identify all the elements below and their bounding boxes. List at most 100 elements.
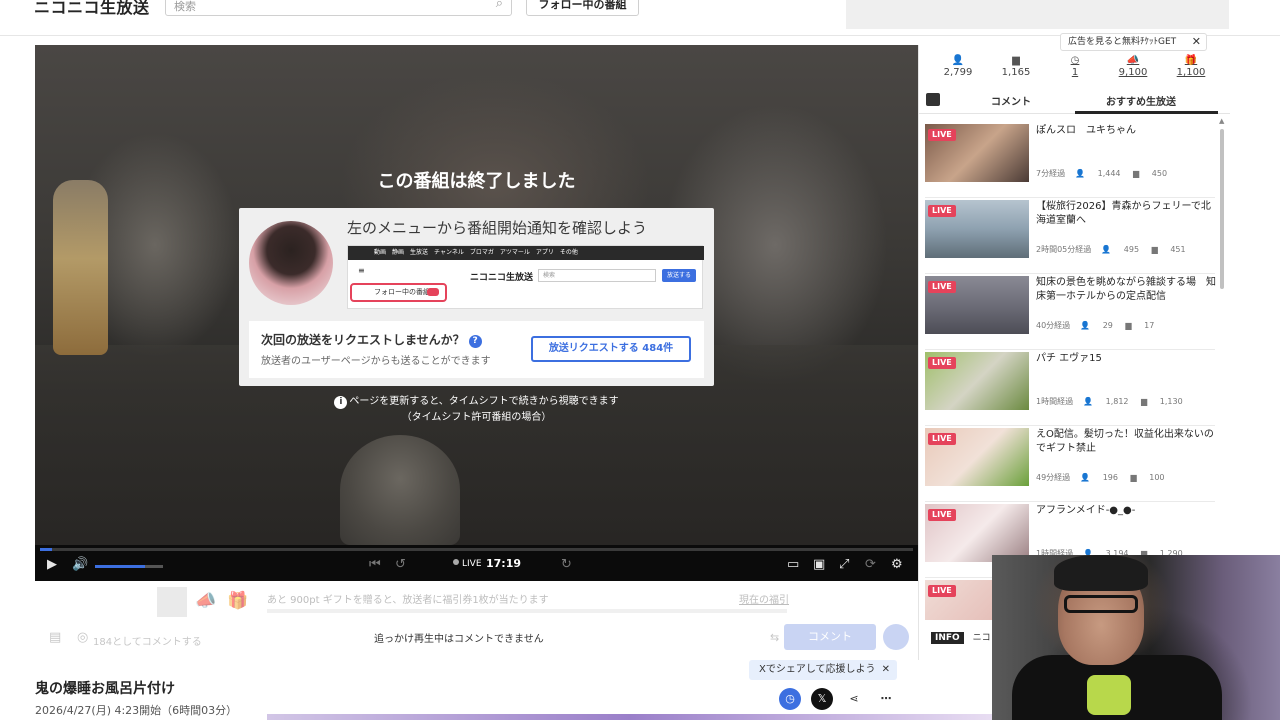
- theater-mode-icon[interactable]: ▣: [813, 558, 825, 572]
- comment-toggle-icon[interactable]: ▭: [787, 558, 799, 572]
- live-badge: LIVE: [928, 281, 956, 293]
- settings-gear-icon[interactable]: ⚙: [891, 558, 903, 572]
- reload-icon[interactable]: ⟳: [865, 558, 876, 572]
- share-icon[interactable]: ⋖: [843, 688, 865, 710]
- gift-count[interactable]: 🎁 1,100: [1162, 55, 1220, 78]
- recommended-title[interactable]: ぽんスロ ユキちゃん: [1036, 124, 1216, 138]
- following-programs-button[interactable]: フォロー中の番組: [526, 0, 639, 16]
- timeshift-count[interactable]: ◷ 1: [1046, 55, 1104, 78]
- elapsed-time: 1時間経過: [1036, 397, 1074, 406]
- live-badge: LIVE: [928, 585, 956, 597]
- tab-recommended[interactable]: おすすめ生放送: [1106, 93, 1176, 108]
- timeshift-count-value: 1: [1071, 67, 1079, 78]
- thumbnail[interactable]: LIVE: [925, 276, 1029, 334]
- site-logo[interactable]: ニコニコ生放送: [34, 0, 150, 18]
- help-icon[interactable]: ?: [468, 335, 482, 348]
- mini-follow-highlight: フォロー中の番組: [350, 283, 447, 302]
- info-ticker[interactable]: INFO ニコ: [931, 630, 991, 644]
- skip-back-icon[interactable]: ⏮: [369, 558, 381, 572]
- seek-bar[interactable]: [40, 548, 913, 551]
- viewer-count-value: 2,799: [943, 67, 973, 78]
- emote-button[interactable]: [883, 624, 909, 650]
- timeshift-reserve-icon[interactable]: ◷: [779, 688, 801, 710]
- scroll-thumb[interactable]: [1220, 129, 1224, 289]
- ad-count[interactable]: 📣 9,100: [1104, 55, 1162, 78]
- mini-follow-badge: [427, 288, 439, 296]
- request-section: 次回の放送をリクエストしませんか？? 放送者のユーザーページからも送ることができ…: [249, 321, 704, 378]
- thumbnail[interactable]: LIVE: [925, 428, 1029, 486]
- recommended-title[interactable]: パチ エヴァ15: [1036, 352, 1216, 366]
- gift-stat-icon: 🎁: [1184, 55, 1198, 66]
- recommended-item[interactable]: LIVE パチ エヴァ15 1時間経過 👤 1,812 ▆ 1,130: [925, 350, 1215, 426]
- webcam-hair: [1054, 555, 1148, 591]
- close-icon[interactable]: ✕: [882, 660, 890, 680]
- comment-count: ▆ 1,165: [987, 55, 1045, 78]
- video-frame-bottle: [53, 180, 108, 355]
- recommended-meta: 2時間05分経過 👤 495 ▆ 451: [1036, 244, 1196, 255]
- rewind-icon[interactable]: ↺: [395, 558, 406, 572]
- volume-slider[interactable]: [95, 565, 163, 568]
- thumbnail[interactable]: LIVE: [925, 504, 1029, 562]
- broadcaster-avatar[interactable]: [249, 221, 333, 305]
- request-title: 次回の放送をリクエストしませんか？?: [261, 331, 482, 348]
- active-tab-underline: [1075, 111, 1218, 114]
- forward-icon[interactable]: ↻: [561, 558, 572, 572]
- video-player[interactable]: この番組は終了しました 左のメニューから番組開始通知を確認しよう 動画 静画 生…: [35, 45, 918, 545]
- recommended-item[interactable]: LIVE 【桜旅行2026】青森からフェリーで北海道室蘭へ 2時間05分経過 👤 …: [925, 198, 1215, 274]
- bottom-banner-strip: [267, 714, 992, 720]
- elapsed-time: 2時間05分経過: [1036, 245, 1092, 254]
- scroll-up-icon[interactable]: ▲: [1219, 117, 1224, 125]
- elapsed-time: 49分経過: [1036, 473, 1071, 482]
- thumbnail[interactable]: LIVE: [925, 124, 1029, 182]
- program-ended-title: この番組は終了しました: [377, 171, 576, 192]
- viewers: 196: [1102, 473, 1118, 482]
- live-badge: LIVE: [928, 205, 956, 217]
- recommended-title[interactable]: アフランメイド-●_●-: [1036, 504, 1216, 518]
- viewers: 29: [1102, 321, 1113, 330]
- viewers: 495: [1123, 245, 1140, 254]
- recommended-item[interactable]: LIVE えO配信。髪切った！収益化出来ないのでギフト禁止 49分経過 👤 196…: [925, 426, 1215, 502]
- viewer-icon: 👤: [1101, 245, 1114, 254]
- info-badge: INFO: [931, 632, 964, 644]
- fullscreen-icon[interactable]: ⤢: [839, 558, 849, 572]
- comment-submit-button[interactable]: コメント: [784, 624, 876, 650]
- recommended-item[interactable]: LIVE 知床の景色を眺めながら雑談する場 知床第一ホテルからの定点配信 40分…: [925, 274, 1216, 350]
- recommended-meta: 1時間経過 👤 1,812 ▆ 1,130: [1036, 396, 1193, 407]
- volume-icon[interactable]: 🔊: [72, 558, 88, 572]
- recommended-meta: 49分経過 👤 196 ▆ 100: [1036, 472, 1175, 483]
- nicoad-icon[interactable]: 📣: [195, 591, 216, 611]
- comment-list-icon[interactable]: ▤: [49, 630, 61, 645]
- comment-disabled-message: 追っかけ再生中はコメントできません: [374, 634, 544, 645]
- live-indicator[interactable]: LIVE: [453, 559, 482, 569]
- search-input[interactable]: 検索 ⌕: [165, 0, 512, 16]
- program-stats: 👤 2,799 ▆ 1,165 ◷ 1 📣 9,100 🎁 1,100: [919, 55, 1230, 85]
- comment-panel-icon[interactable]: [926, 93, 940, 106]
- gift-progress-bar: [267, 609, 787, 613]
- broadcast-request-button[interactable]: 放送リクエストする 484件: [531, 336, 691, 362]
- viewers: 1,812: [1105, 397, 1129, 406]
- recommended-title[interactable]: 知床の景色を眺めながら雑談する場 知床第一ホテルからの定点配信: [1036, 276, 1216, 304]
- recommended-item[interactable]: LIVE ぽんスロ ユキちゃん 7分経過 👤 1,444 ▆ 450: [925, 122, 1215, 198]
- gift-slot[interactable]: [157, 587, 187, 617]
- recommended-title[interactable]: 【桜旅行2026】青森からフェリーで北海道室蘭へ: [1036, 200, 1216, 228]
- ad-count-value: 9,100: [1118, 67, 1148, 78]
- current-lottery-link[interactable]: 現在の福引: [739, 591, 789, 606]
- gift-icon[interactable]: 🎁: [227, 591, 248, 611]
- tab-comment[interactable]: コメント: [991, 93, 1031, 108]
- anonymous-icon[interactable]: ◎: [77, 630, 88, 645]
- player-controls: ▶ 🔊 ⏮ ↺ LIVE 17:19 ↻ ▭ ▣ ⤢ ⟳ ⚙: [35, 545, 918, 581]
- close-icon[interactable]: ✕: [1192, 34, 1201, 50]
- play-icon[interactable]: ▶: [47, 558, 57, 572]
- card-title: 左のメニューから番組開始通知を確認しよう: [347, 219, 648, 237]
- thumbnail[interactable]: LIVE: [925, 352, 1029, 410]
- more-icon[interactable]: ⋯: [875, 688, 897, 710]
- thumbnail[interactable]: LIVE: [925, 200, 1029, 258]
- x-share-icon[interactable]: 𝕏: [811, 688, 833, 710]
- ad-ticket-tooltip[interactable]: 広告を見ると無料ﾁｹｯﾄGET ✕: [1060, 33, 1207, 51]
- comment-icon: ▆: [1130, 169, 1142, 178]
- live-dot: [453, 559, 459, 565]
- program-title: 鬼の爆睡お風呂片付け: [35, 681, 175, 697]
- recommended-title[interactable]: えO配信。髪切った！収益化出来ないのでギフト禁止: [1036, 428, 1216, 456]
- command-icon[interactable]: ⇆: [770, 631, 779, 644]
- search-icon[interactable]: ⌕: [496, 0, 503, 11]
